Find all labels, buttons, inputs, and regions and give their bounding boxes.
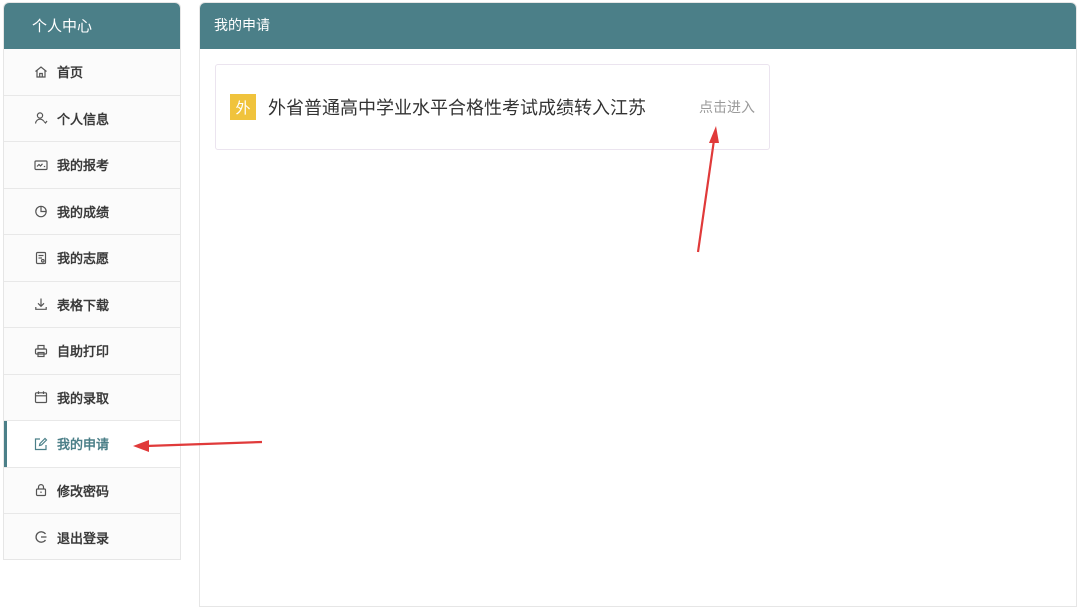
sidebar-item-downloads[interactable]: 表格下载: [4, 281, 180, 328]
sidebar-item-label: 个人信息: [57, 112, 110, 128]
application-card[interactable]: 外 外省普通高中学业水平合格性考试成绩转入江苏 点击进入: [215, 64, 770, 150]
page-title: 我的申请: [200, 3, 1076, 49]
sidebar-item-label: 修改密码: [57, 484, 110, 500]
pie-chart-icon: [34, 204, 48, 218]
sidebar-item-preferences[interactable]: 我的志愿: [4, 235, 180, 282]
sidebar-title: 个人中心: [4, 3, 180, 49]
download-icon: [34, 297, 48, 311]
main-panel: 我的申请 外 外省普通高中学业水平合格性考试成绩转入江苏 点击进入: [199, 2, 1077, 607]
sidebar-item-label: 表格下载: [57, 298, 110, 314]
sidebar-item-label: 我的成绩: [57, 205, 110, 221]
sidebar-item-home[interactable]: 首页: [4, 49, 180, 96]
lock-icon: [34, 483, 48, 497]
id-card-icon: [34, 158, 48, 172]
sidebar-item-print[interactable]: 自助打印: [4, 328, 180, 375]
sidebar-item-logout[interactable]: 退出登录: [4, 514, 180, 559]
sidebar-item-label: 退出登录: [57, 531, 110, 547]
user-icon: [34, 111, 48, 125]
sidebar-item-change-password[interactable]: 修改密码: [4, 467, 180, 514]
edit-icon: [34, 437, 48, 451]
printer-icon: [34, 344, 48, 358]
sidebar-item-applications[interactable]: 我的申请: [4, 421, 180, 468]
card-badge: 外: [230, 94, 256, 120]
sidebar-item-label: 我的申请: [57, 438, 110, 454]
calendar-icon: [34, 390, 48, 404]
enter-link[interactable]: 点击进入: [699, 97, 755, 117]
sidebar-item-label: 自助打印: [57, 345, 110, 361]
sidebar-item-profile[interactable]: 个人信息: [4, 95, 180, 142]
sidebar-item-label: 我的志愿: [57, 252, 110, 268]
sidebar-item-admission[interactable]: 我的录取: [4, 374, 180, 421]
sidebar-item-registration[interactable]: 我的报考: [4, 142, 180, 189]
sidebar-item-label: 首页: [57, 66, 84, 82]
card-title: 外省普通高中学业水平合格性考试成绩转入江苏: [268, 98, 646, 119]
sidebar-item-scores[interactable]: 我的成绩: [4, 188, 180, 235]
sidebar-item-label: 我的录取: [57, 391, 110, 407]
sidebar-item-label: 我的报考: [57, 159, 110, 175]
document-icon: [34, 251, 48, 265]
home-icon: [34, 65, 48, 79]
logout-icon: [34, 530, 48, 544]
sidebar: 个人中心 首页 个人信息 我的报考 我的成绩 我的志愿 表格下载 自助打印 我的…: [3, 2, 181, 560]
